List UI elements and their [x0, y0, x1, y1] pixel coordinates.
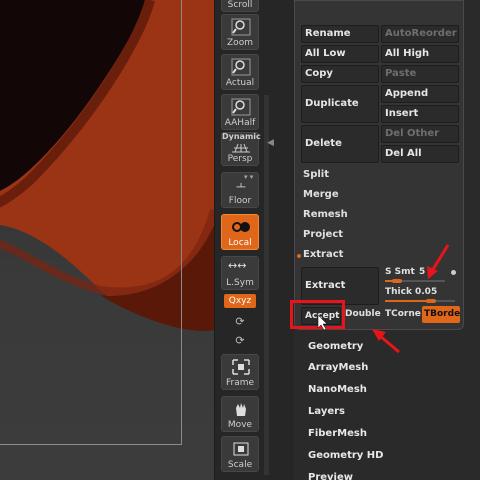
floor-button[interactable]: ▾ ▾ Floor — [221, 172, 259, 208]
tray-scrollbar[interactable] — [264, 95, 269, 475]
grid-icon — [232, 143, 250, 153]
all-high-button[interactable]: All High — [381, 45, 459, 63]
floor-label: Floor — [228, 196, 252, 206]
preview-menu[interactable]: Preview — [308, 472, 353, 480]
chevron-left-icon[interactable]: ◀ — [267, 138, 274, 148]
s-smt-value: 5 — [419, 267, 426, 277]
xyz-button[interactable]: Qxyz — [224, 294, 256, 308]
scroll-label: Scroll — [227, 0, 253, 10]
geometry-hd-menu[interactable]: Geometry HD — [308, 450, 383, 461]
frame-border-right — [181, 0, 182, 445]
local-button[interactable]: Local — [221, 214, 259, 250]
scale-label: Scale — [227, 460, 253, 470]
persp-label: Persp — [227, 154, 253, 164]
move-label: Move — [227, 420, 253, 430]
insert-button[interactable]: Insert — [381, 105, 459, 123]
tcorner-toggle[interactable]: TCorne — [385, 309, 421, 319]
rotate-y-icon[interactable]: ⟳ — [233, 315, 247, 329]
scale-button[interactable]: Scale — [221, 436, 259, 472]
magnifier-icon — [231, 18, 251, 36]
copy-button[interactable]: Copy — [301, 65, 379, 83]
aahalf-button[interactable]: AAHalf — [221, 94, 259, 130]
expanded-indicator — [297, 254, 301, 258]
project-menu[interactable]: Project — [303, 229, 343, 240]
zoom-button[interactable]: Zoom — [221, 14, 259, 50]
hand-icon — [236, 403, 246, 416]
scale-icon — [233, 442, 249, 456]
merge-menu[interactable]: Merge — [303, 189, 339, 200]
actual-button[interactable]: Actual — [221, 54, 259, 90]
frame-label: Frame — [225, 378, 255, 388]
rename-button[interactable]: Rename — [301, 25, 379, 43]
frame-button[interactable]: Frame — [221, 354, 259, 390]
rotate-z-icon[interactable]: ⟳ — [233, 334, 247, 348]
geometry-menu[interactable]: Geometry — [308, 341, 363, 352]
thick-value: 0.05 — [415, 287, 438, 297]
autoreorder-button[interactable]: AutoReorder — [381, 25, 459, 43]
scroll-button[interactable]: Scroll — [221, 0, 259, 12]
del-other-button[interactable]: Del Other — [381, 125, 459, 143]
magnifier-icon — [231, 98, 251, 116]
all-low-button[interactable]: All Low — [301, 45, 379, 63]
viewport-canvas[interactable] — [0, 0, 214, 480]
lsym-label: L.Sym — [226, 278, 254, 288]
dynamic-label: Dynamic — [222, 132, 261, 141]
nanomesh-menu[interactable]: NanoMesh — [308, 384, 367, 395]
paste-button[interactable]: Paste — [381, 65, 459, 83]
lsym-button[interactable]: ↔↔ L.Sym — [221, 256, 259, 290]
zoom-label: Zoom — [227, 38, 253, 48]
magnifier-icon — [231, 58, 251, 76]
thick-slider[interactable]: Thick 0.05 — [383, 287, 459, 305]
extract-menu[interactable]: Extract — [303, 249, 343, 260]
duplicate-button[interactable]: Duplicate — [301, 85, 379, 123]
double-toggle[interactable]: Double — [345, 309, 381, 319]
thick-fill — [385, 300, 431, 302]
local-label: Local — [228, 238, 252, 248]
tray-divider: ◀ — [264, 0, 294, 480]
frame-border-bottom — [0, 444, 182, 445]
s-smt-knob[interactable] — [392, 279, 402, 283]
arraymesh-menu[interactable]: ArrayMesh — [308, 362, 368, 373]
subtool-panel: Rename AutoReorder All Low All High Copy… — [294, 0, 464, 330]
delete-button[interactable]: Delete — [301, 125, 379, 163]
right-shelf: Scroll Zoom Actual AAHalf Dynamic Persp … — [214, 0, 264, 480]
append-button[interactable]: Append — [381, 85, 459, 103]
s-smt-slider[interactable]: S Smt 5 — [383, 267, 459, 285]
remesh-menu[interactable]: Remesh — [303, 209, 348, 220]
fibermesh-menu[interactable]: FiberMesh — [308, 428, 367, 439]
tborder-toggle[interactable]: TBorde — [422, 306, 460, 323]
chevron-down-icon: ▾ ▾ — [244, 173, 254, 181]
layers-menu[interactable]: Layers — [308, 406, 345, 417]
frame-icon — [232, 359, 250, 375]
lsym-arrows-icon: ↔↔ — [228, 259, 247, 272]
actual-label: Actual — [225, 78, 255, 88]
aahalf-label: AAHalf — [224, 118, 256, 128]
thick-label: Thick — [385, 287, 412, 297]
floor-icon — [236, 183, 246, 188]
split-menu[interactable]: Split — [303, 169, 329, 180]
s-smt-label: S Smt — [385, 267, 415, 277]
thick-knob[interactable] — [425, 299, 436, 303]
persp-button[interactable]: Dynamic Persp — [221, 132, 261, 166]
local-icon — [232, 222, 250, 232]
highlight-box — [290, 300, 345, 329]
s-smt-dot-icon — [451, 270, 456, 275]
move-button[interactable]: Move — [221, 396, 259, 432]
del-all-button[interactable]: Del All — [381, 145, 459, 163]
